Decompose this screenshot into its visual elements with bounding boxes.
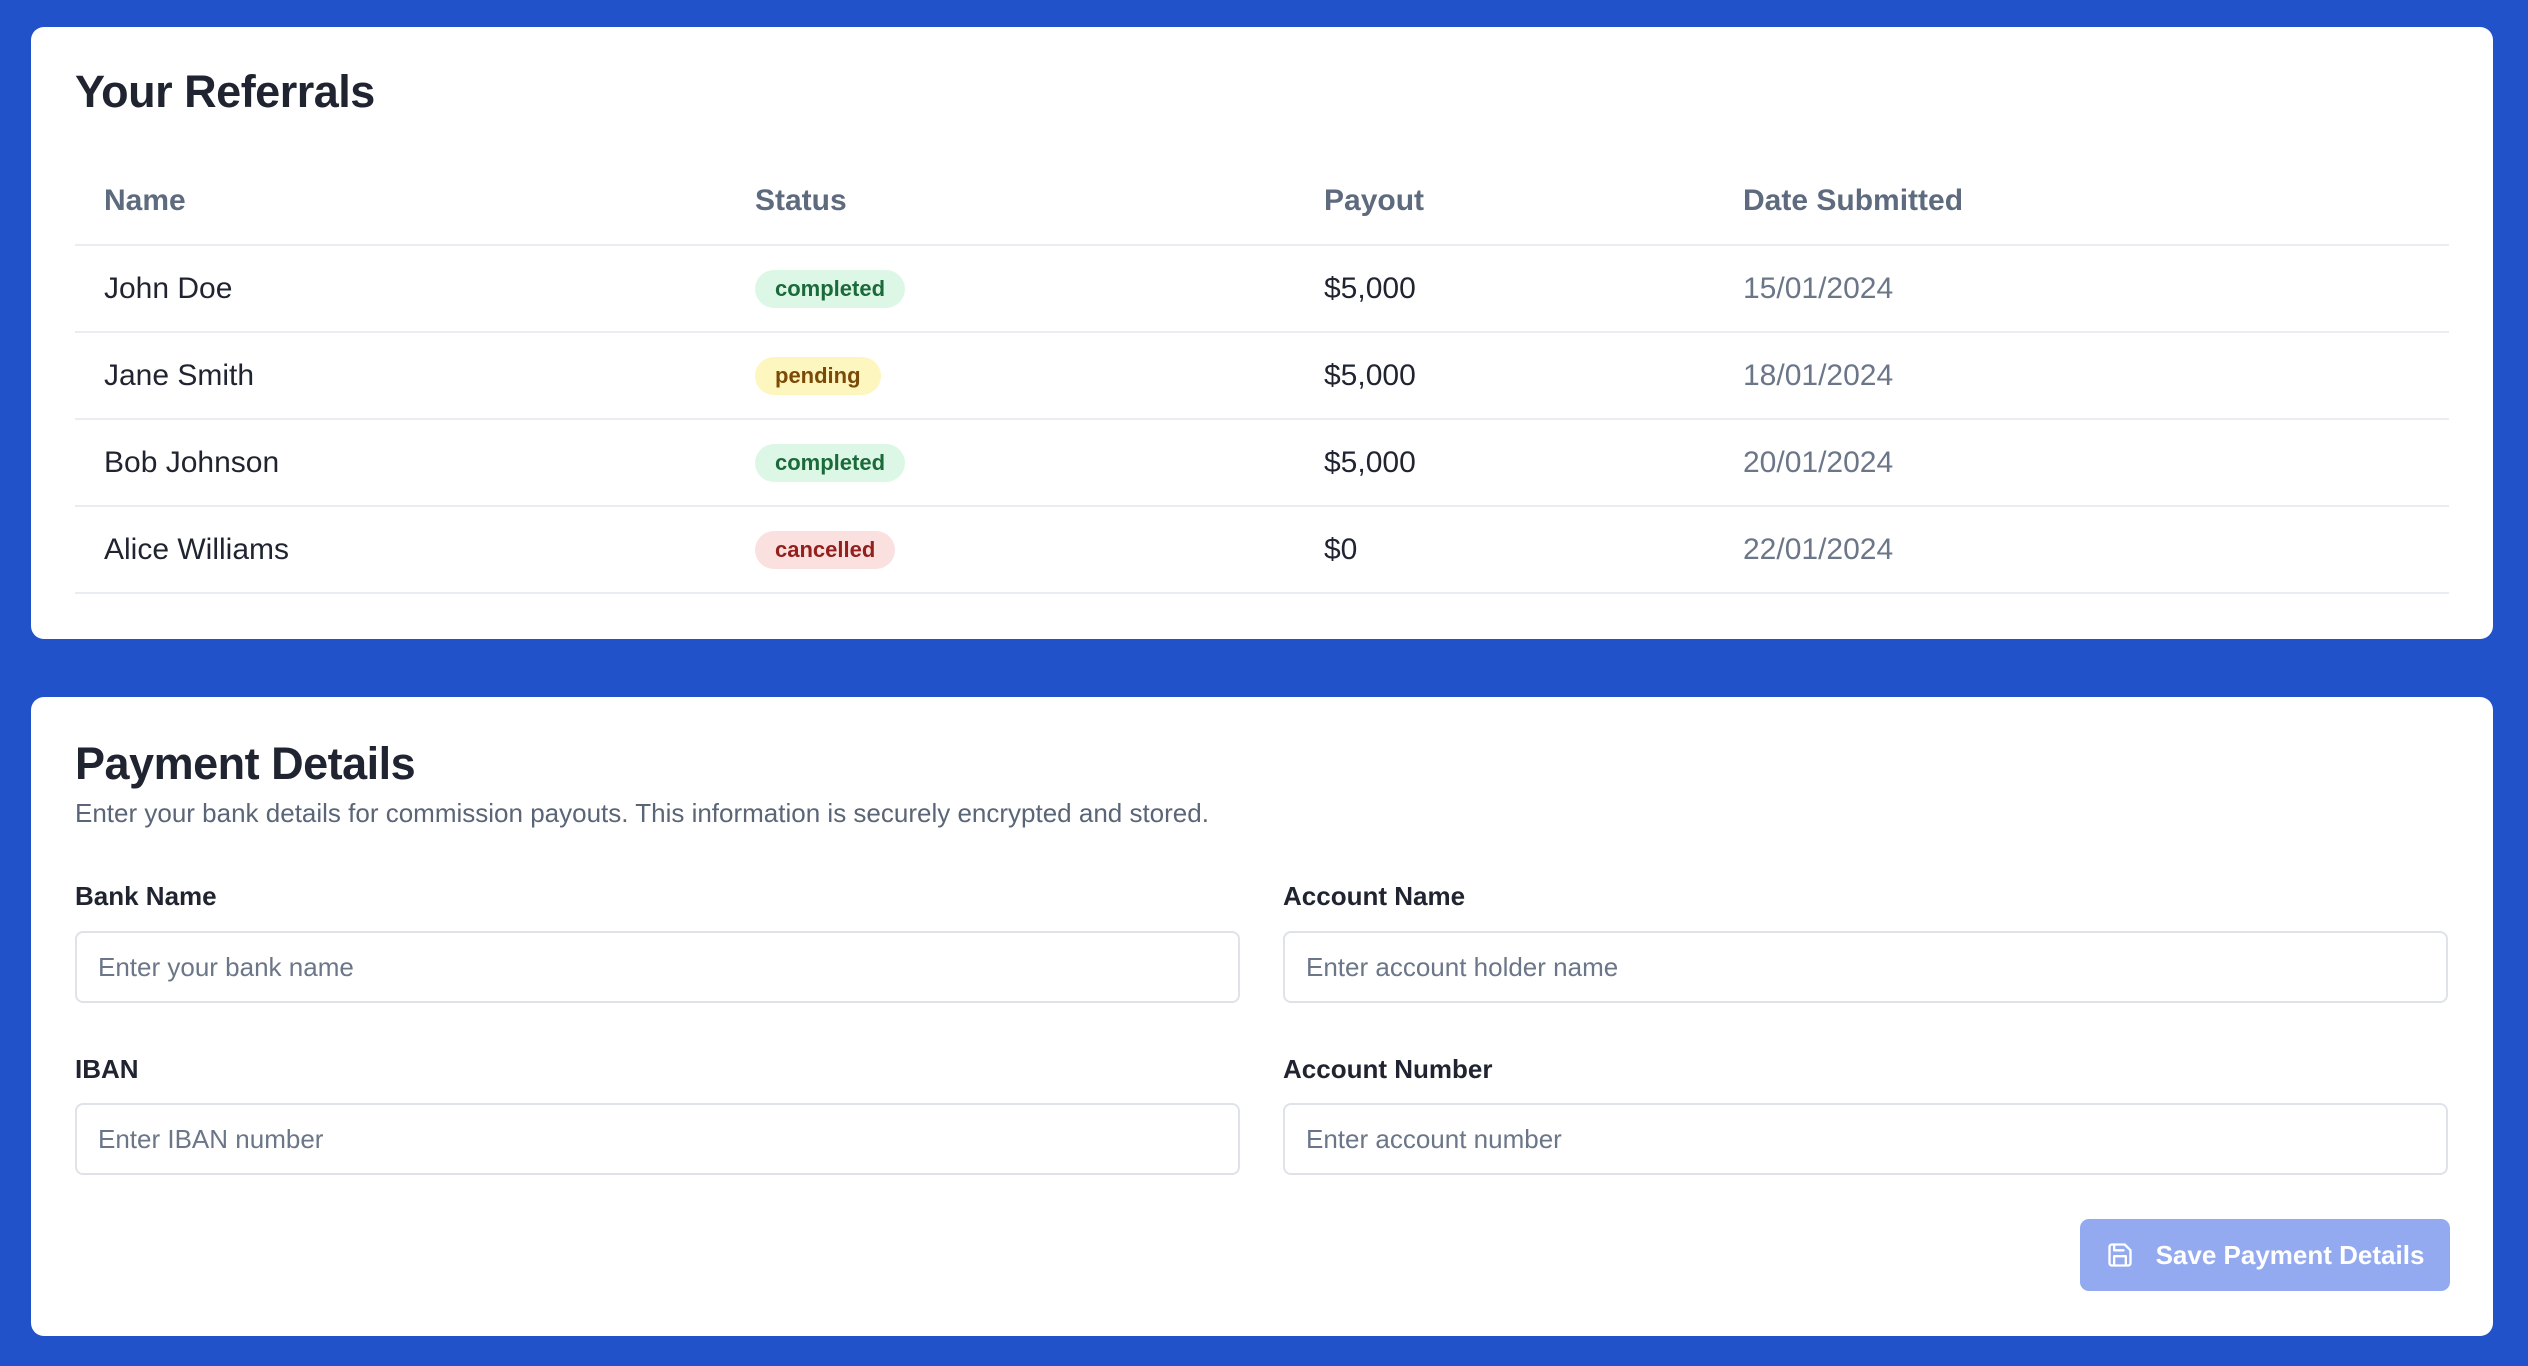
referral-payout: $0	[1324, 532, 1358, 566]
payment-details-card: Payment Details Enter your bank details …	[31, 697, 2493, 1336]
table-row: Bob Johnson completed $5,000 20/01/2024	[75, 420, 2449, 507]
table-row: Jane Smith pending $5,000 18/01/2024	[75, 333, 2449, 420]
referral-date: 20/01/2024	[1743, 445, 1894, 479]
referral-name: Bob Johnson	[104, 445, 280, 479]
table-row: John Doe completed $5,000 15/01/2024	[75, 246, 2449, 333]
account-number-label: Account Number	[1283, 1054, 1493, 1084]
table-header-row: Name Status Payout Date Submitted	[75, 158, 2449, 246]
column-header-name: Name	[104, 184, 186, 217]
status-badge: cancelled	[755, 530, 896, 569]
column-header-payout: Payout	[1324, 184, 1425, 217]
referral-date: 22/01/2024	[1743, 532, 1894, 566]
payment-details-title: Payment Details	[75, 738, 416, 789]
bank-name-label: Bank Name	[75, 881, 217, 911]
referral-name: Jane Smith	[104, 358, 255, 392]
column-header-status: Status	[755, 184, 847, 217]
iban-input[interactable]	[75, 1103, 1240, 1175]
referral-name: John Doe	[104, 271, 233, 305]
referral-payout: $5,000	[1324, 271, 1416, 305]
status-badge: pending	[755, 356, 881, 395]
account-name-input[interactable]	[1283, 931, 2448, 1003]
referrals-card: Your Referrals Name Status Payout Date S…	[31, 27, 2493, 639]
payment-details-description: Enter your bank details for commission p…	[75, 798, 1209, 828]
referral-name: Alice Williams	[104, 532, 290, 566]
status-badge: completed	[755, 269, 906, 308]
account-name-label: Account Name	[1283, 881, 1466, 911]
bank-name-input[interactable]	[75, 931, 1240, 1003]
referral-date: 15/01/2024	[1743, 271, 1894, 305]
status-badge: completed	[755, 443, 906, 482]
referral-date: 18/01/2024	[1743, 358, 1894, 392]
save-icon	[2106, 1241, 2134, 1269]
iban-label: IBAN	[75, 1054, 139, 1084]
save-button-label: Save Payment Details	[2155, 1239, 2425, 1270]
table-row: Alice Williams cancelled $0 22/01/2024	[75, 507, 2449, 594]
account-number-input[interactable]	[1283, 1103, 2448, 1175]
referrals-table: Name Status Payout Date Submitted John D…	[75, 158, 2449, 594]
referrals-title: Your Referrals	[75, 66, 375, 117]
save-payment-details-button[interactable]: Save Payment Details	[2080, 1219, 2450, 1291]
referral-payout: $5,000	[1324, 445, 1416, 479]
referral-payout: $5,000	[1324, 358, 1416, 392]
column-header-date-submitted: Date Submitted	[1743, 184, 1964, 217]
